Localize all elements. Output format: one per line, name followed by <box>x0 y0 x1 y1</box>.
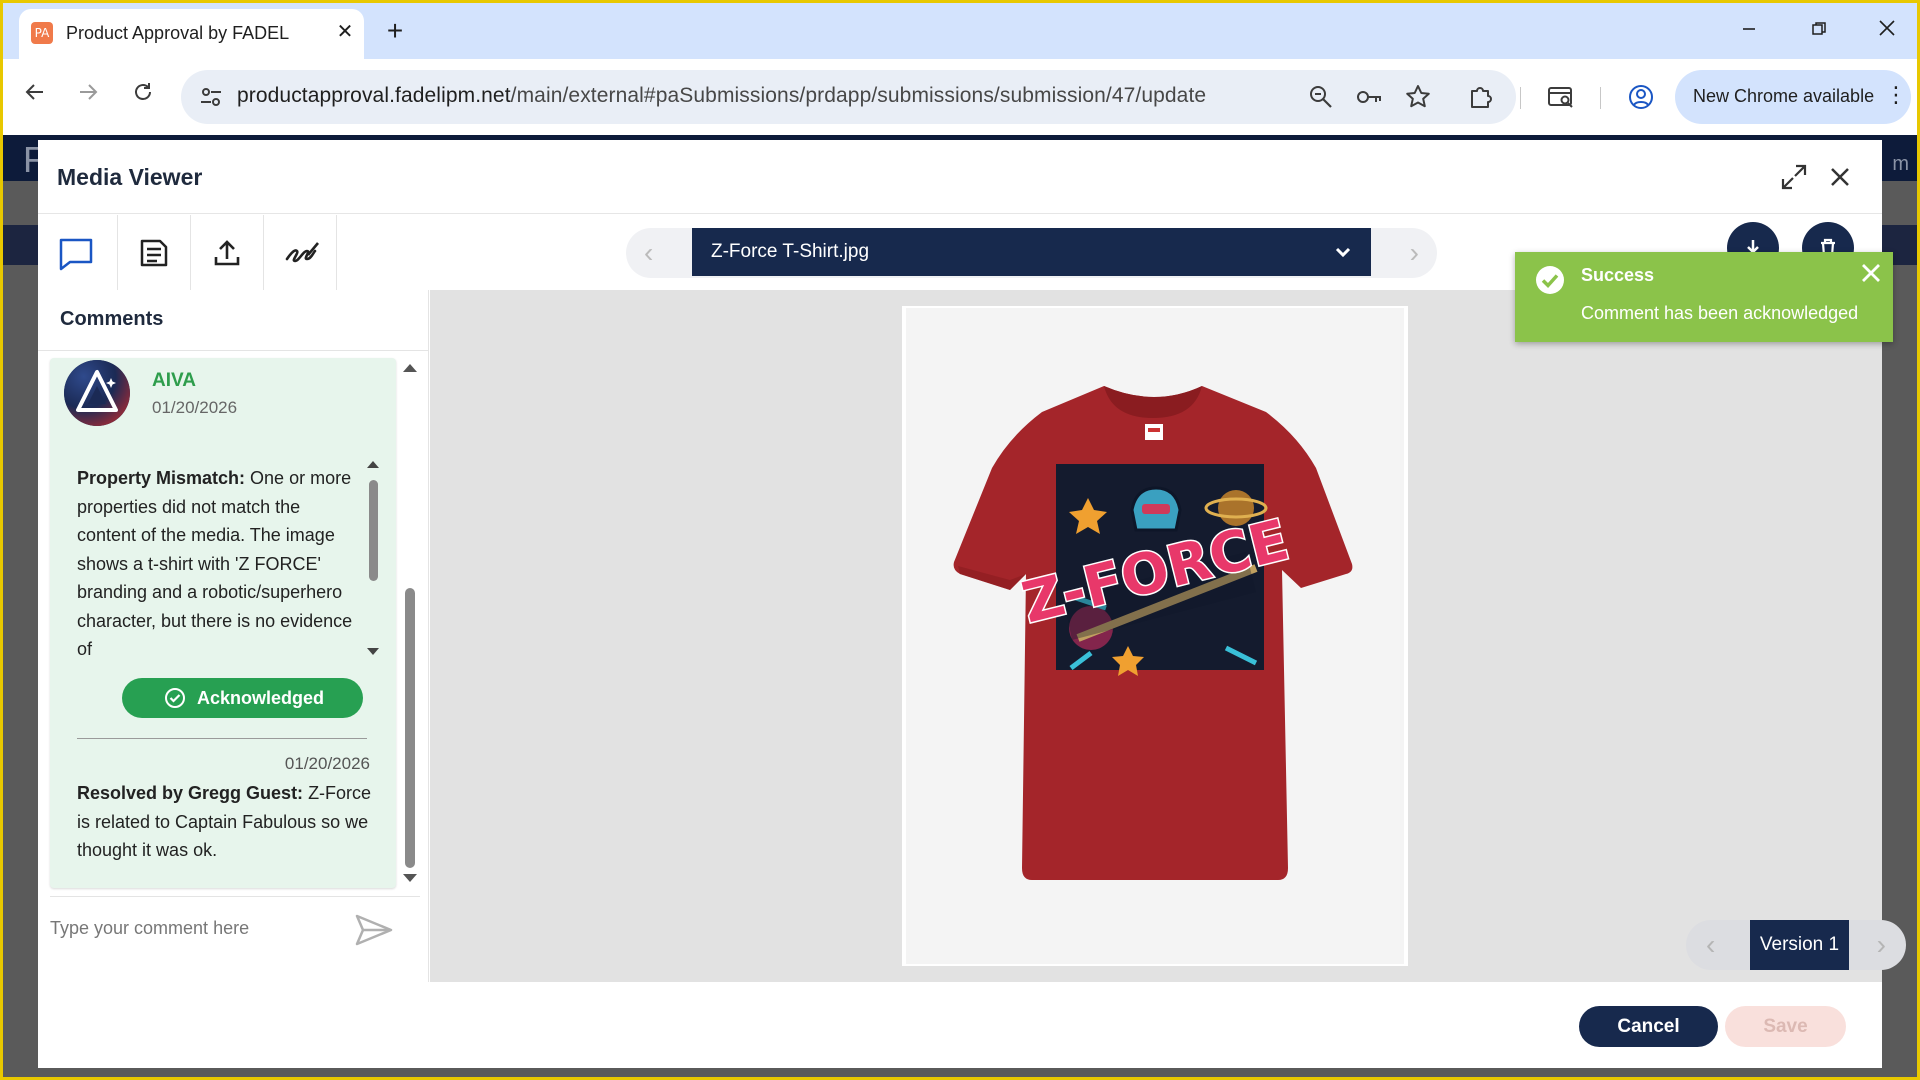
chevron-down-icon <box>1335 247 1351 258</box>
resolution-label: Resolved by Gregg Guest: <box>77 783 304 803</box>
divider <box>50 896 420 897</box>
previous-version-icon[interactable]: ‹ <box>1706 931 1715 959</box>
upload-tab[interactable] <box>191 215 264 290</box>
next-file-icon[interactable]: › <box>1410 239 1419 267</box>
sign-off-tab[interactable] <box>264 215 337 290</box>
resolution-date: 01/20/2026 <box>284 754 370 773</box>
address-bar[interactable]: productapproval.fadelipm.net/main/extern… <box>181 70 1516 124</box>
toolbar-divider <box>1600 87 1601 109</box>
acknowledged-button[interactable]: Acknowledged <box>122 678 363 718</box>
comment-date: 01/20/2026 <box>152 398 238 417</box>
divider <box>77 738 367 739</box>
url-text[interactable]: productapproval.fadelipm.net/main/extern… <box>237 84 1206 108</box>
app-header-text: m <box>1892 153 1909 175</box>
browser-tab[interactable]: PA Product Approval by FADEL ✕ <box>19 9 364 63</box>
toolbar-divider <box>1520 87 1521 109</box>
profile-icon[interactable] <box>1625 81 1657 113</box>
extensions-icon[interactable] <box>1465 81 1497 113</box>
tab-close-icon[interactable]: ✕ <box>331 18 359 46</box>
window-close-button[interactable] <box>1861 11 1913 49</box>
comment-scrollbar[interactable] <box>363 458 383 658</box>
media-preview-area: Z-FORCE ‹ Version 1 › <box>430 290 1906 982</box>
success-check-icon <box>1536 266 1564 294</box>
reload-button[interactable] <box>123 77 163 117</box>
comment-card: AIVA 01/20/2026 Property Mismatch: One o… <box>50 358 396 888</box>
comment-body: Property Mismatch: One or more propertie… <box>77 464 357 664</box>
bookmark-star-icon[interactable] <box>1403 82 1433 112</box>
dialog-header: Media Viewer <box>38 140 1882 214</box>
send-icon[interactable] <box>353 910 395 950</box>
version-select[interactable]: Version 1 <box>1750 920 1849 970</box>
next-version-icon[interactable]: › <box>1877 931 1886 959</box>
file-select[interactable]: Z-Force T-Shirt.jpg <box>692 228 1371 276</box>
avatar <box>64 360 130 426</box>
signature-icon <box>285 242 319 263</box>
site-info-icon[interactable] <box>197 83 225 111</box>
previous-file-icon[interactable]: ‹ <box>644 239 653 267</box>
selected-file-name: Z-Force T-Shirt.jpg <box>711 241 870 262</box>
version-navigator: ‹ Version 1 › <box>1686 920 1906 970</box>
close-icon[interactable] <box>1825 162 1855 192</box>
acknowledged-label: Acknowledged <box>197 688 325 708</box>
aiva-logo-icon <box>64 360 130 426</box>
new-tab-button[interactable]: + <box>378 15 412 49</box>
update-label: New Chrome available <box>1693 86 1875 106</box>
details-tab[interactable] <box>118 215 191 290</box>
panel-tool-tabs <box>38 215 338 290</box>
url-path: /main/external#paSubmissions/prdapp/subm… <box>510 84 1207 107</box>
success-toast: Success Comment has been acknowledged <box>1515 252 1893 342</box>
zoom-icon[interactable] <box>1306 82 1336 112</box>
forward-button[interactable] <box>68 77 108 117</box>
comments-scrollbar[interactable] <box>399 358 421 888</box>
tshirt-image: Z-FORCE <box>953 386 1353 880</box>
comments-tab[interactable] <box>38 215 118 290</box>
comments-panel: Comments AIVA 01/20/2026 Property Mismat… <box>38 290 429 982</box>
url-host: productapproval.fadelipm.net <box>237 84 511 107</box>
toast-title: Success <box>1581 265 1655 285</box>
comment-input[interactable] <box>50 910 350 946</box>
back-button[interactable] <box>15 77 55 117</box>
minimize-button[interactable] <box>1723 11 1775 49</box>
resolution-body: Resolved by Gregg Guest: Z-Force is rela… <box>77 779 377 865</box>
comment-icon <box>59 238 93 271</box>
document-icon <box>140 239 168 267</box>
comment-label: Property Mismatch: <box>77 468 246 488</box>
media-image: Z-FORCE <box>902 306 1408 966</box>
comment-text: One or more properties did not match the… <box>77 468 353 659</box>
save-button[interactable]: Save <box>1725 1006 1846 1047</box>
divider <box>38 350 429 351</box>
file-navigator: ‹ Z-Force T-Shirt.jpg › <box>626 228 1437 278</box>
tab-title: Product Approval by FADEL <box>66 23 290 43</box>
toast-close-icon[interactable] <box>1860 262 1882 284</box>
check-circle-icon <box>165 688 185 708</box>
cancel-button[interactable]: Cancel <box>1579 1006 1718 1047</box>
comments-title: Comments <box>60 308 164 330</box>
dialog-title: Media Viewer <box>57 164 203 190</box>
toast-message: Comment has been acknowledged <box>1581 303 1859 323</box>
key-icon[interactable] <box>1354 82 1384 112</box>
menu-dots-icon[interactable]: ⋮ <box>1885 80 1907 110</box>
comment-author: AIVA <box>152 370 196 391</box>
upload-icon <box>214 240 240 266</box>
new-chrome-available-button[interactable]: New Chrome available ⋮ <box>1675 70 1911 124</box>
favicon-icon: PA <box>31 22 53 44</box>
expand-icon[interactable] <box>1779 162 1809 192</box>
tab-strip: PA Product Approval by FADEL ✕ + <box>3 3 1917 63</box>
restore-button[interactable] <box>1793 11 1845 49</box>
browser-toolbar: productapproval.fadelipm.net/main/extern… <box>3 59 1917 135</box>
tab-search-icon[interactable] <box>1545 81 1577 113</box>
